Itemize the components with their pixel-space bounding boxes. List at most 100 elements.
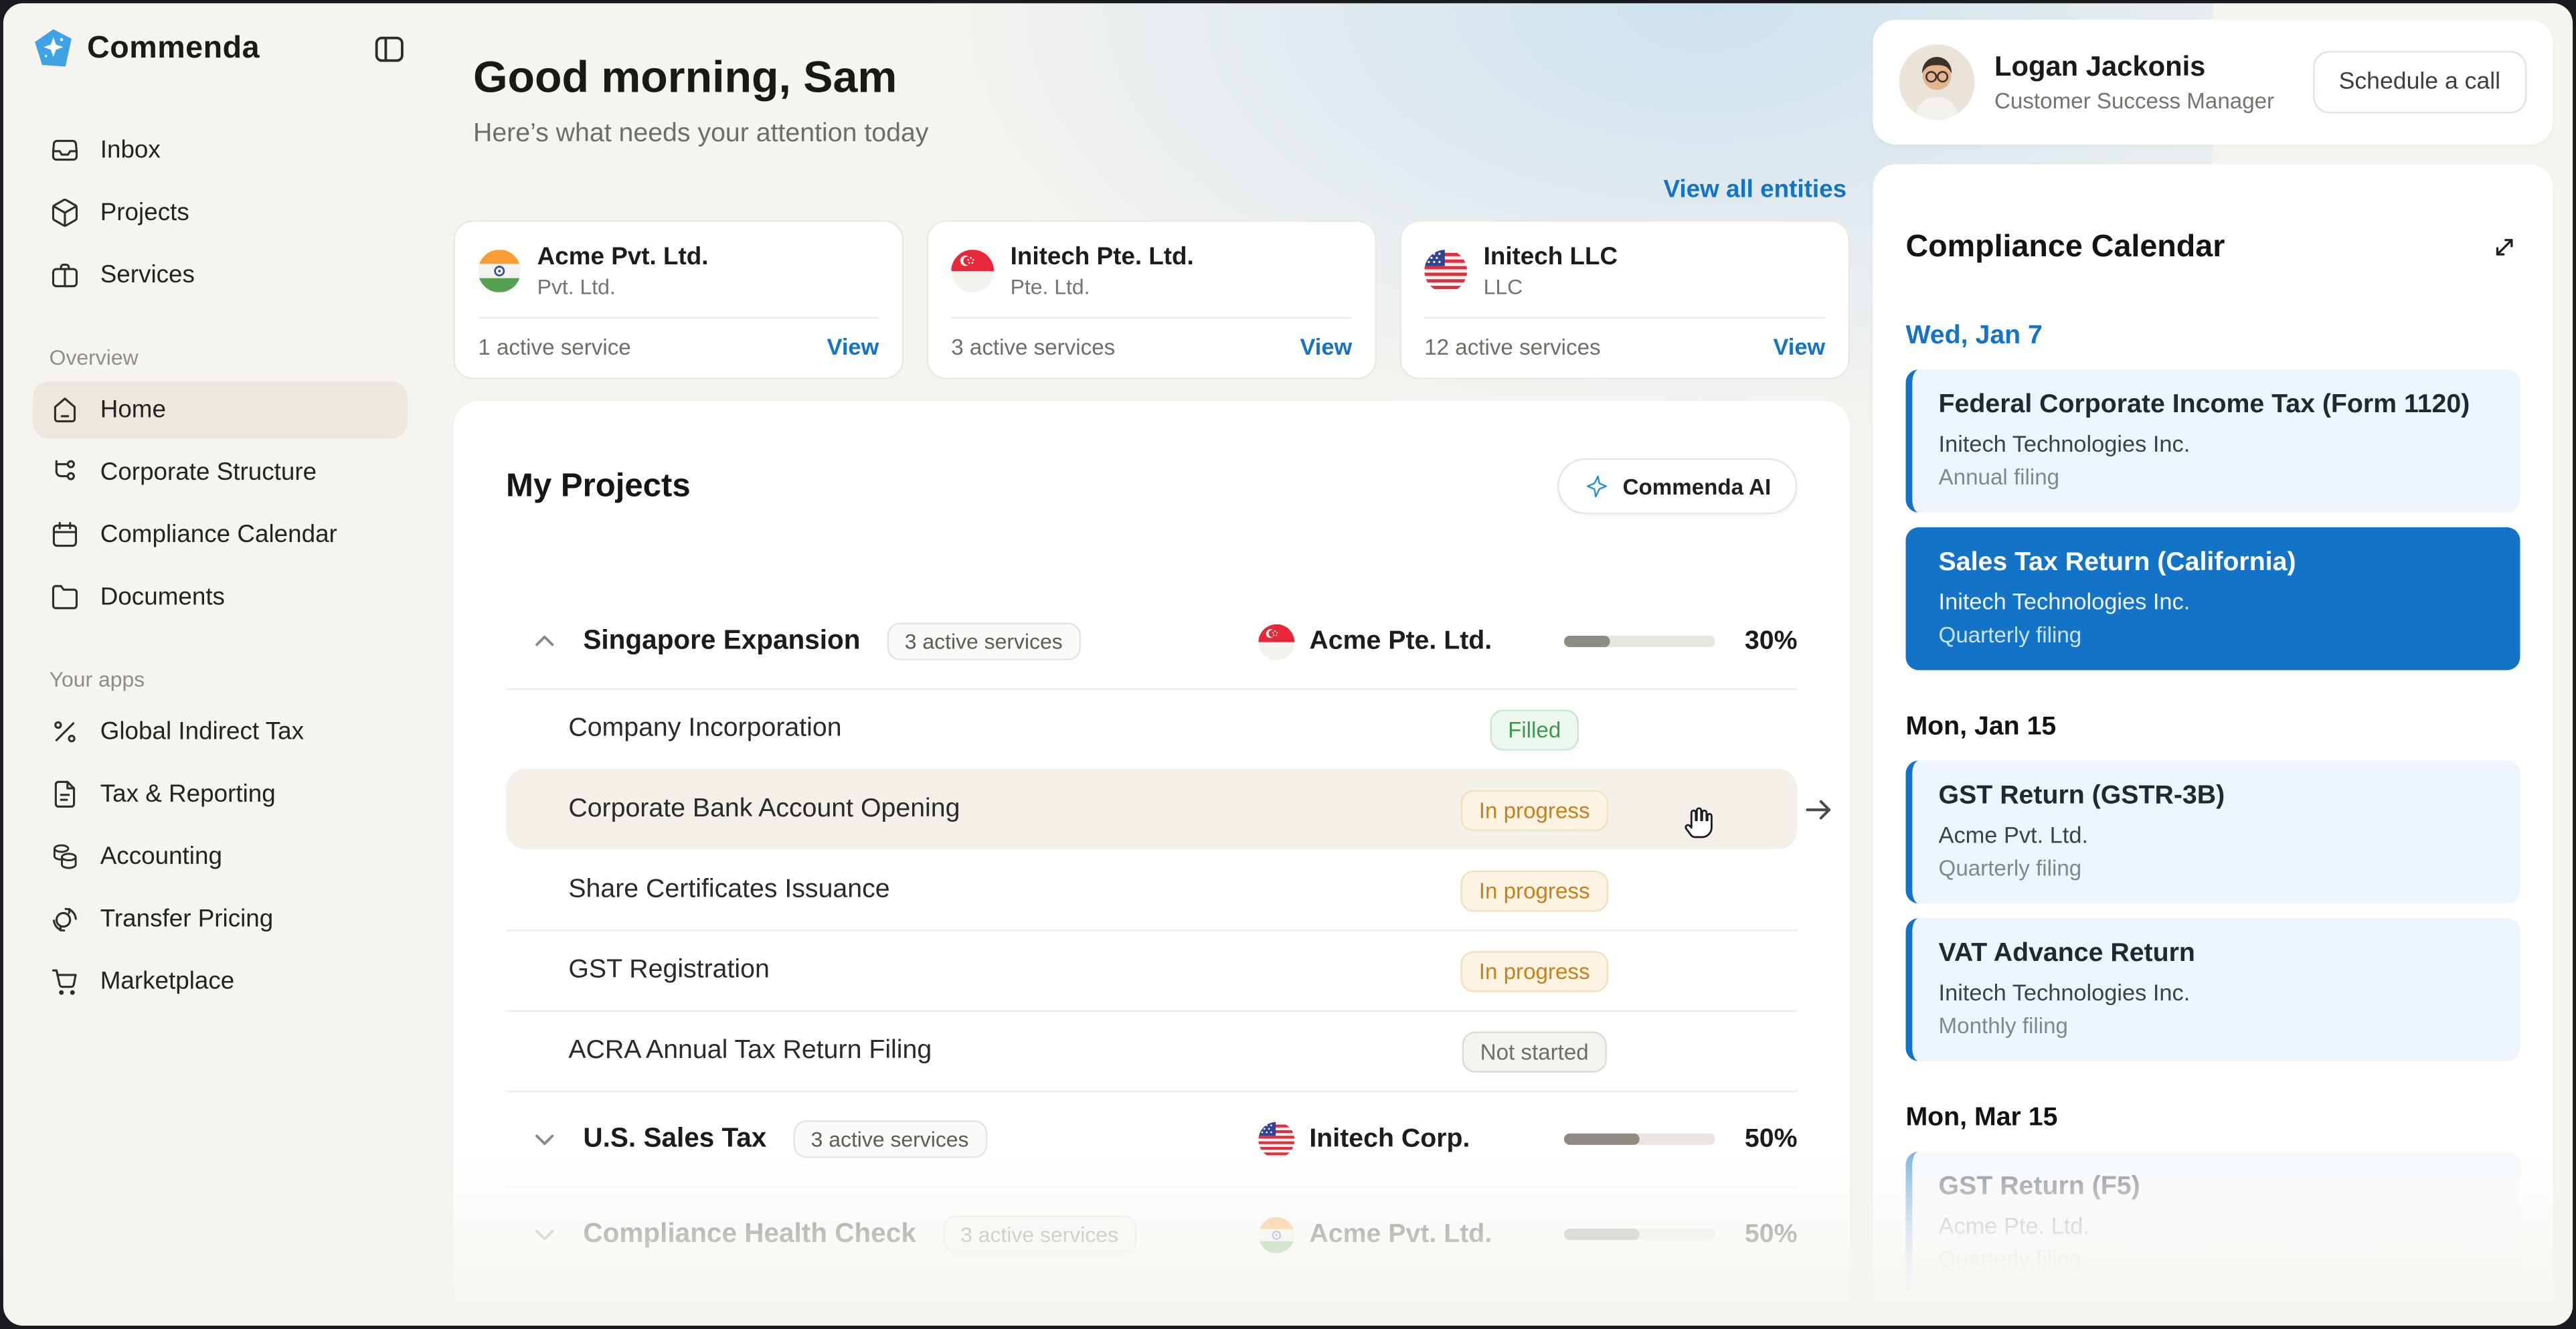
view-all-entities-link[interactable]: View all entities [1663, 176, 1847, 204]
advisor-card: Logan Jackonis Customer Success Manager … [1873, 19, 2553, 145]
calendar-date-heading: Wed, Jan 7 [1905, 321, 2043, 349]
project-task-row[interactable]: Company Incorporation Filled [506, 688, 1798, 769]
task-status: In progress [1444, 851, 1625, 930]
entity-card[interactable]: Initech LLC LLC 12 active services View [1399, 219, 1850, 380]
chevron-down-icon[interactable] [529, 1124, 560, 1155]
sidebar-item-inbox[interactable]: Inbox [33, 122, 408, 179]
project-task-row[interactable]: Corporate Bank Account Opening In progres… [506, 769, 1831, 850]
sidebar-item-label: Global Indirect Tax [100, 717, 305, 746]
sidebar-section-label: Overview [49, 345, 139, 370]
event-frequency: Quarterly filing [1938, 622, 2082, 647]
project-task-row[interactable]: ACRA Annual Tax Return Filing Not started [506, 1010, 1798, 1091]
entity-name: Initech Pte. Ltd. [1010, 243, 1194, 272]
sidebar-item-label: Compliance Calendar [100, 521, 337, 549]
project-task-row[interactable]: Share Certificates Issuance In progress [506, 850, 1797, 930]
chevron-down-icon[interactable] [529, 1219, 560, 1251]
active-services-count: 12 active services [1424, 334, 1601, 359]
my-projects-title: My Projects [506, 467, 691, 504]
event-entity: Acme Pvt. Ltd. [1938, 820, 2089, 847]
flag-us-icon [1258, 1121, 1295, 1158]
task-name: GST Registration [568, 956, 770, 984]
calendar-event[interactable]: Federal Corporate Income Tax (Form 1120)… [1905, 369, 2520, 512]
advisor-info: Logan Jackonis Customer Success Manager [1994, 51, 2274, 113]
sidebar-item-compliance-calendar[interactable]: Compliance Calendar [33, 506, 408, 563]
entity-card-header: Initech Pte. Ltd. Pte. Ltd. [951, 243, 1352, 299]
active-services-badge: 3 active services [792, 1120, 987, 1159]
structure-icon [50, 456, 81, 488]
right-panel: Logan Jackonis Customer Success Manager … [1873, 3, 2573, 1326]
sidebar-item-transfer-pricing[interactable]: Transfer Pricing [33, 890, 408, 948]
sidebar-item-global-indirect-tax[interactable]: Global Indirect Tax [33, 703, 408, 761]
entity-card[interactable]: Initech Pte. Ltd. Pte. Ltd. 3 active servi… [926, 219, 1377, 380]
commenda-ai-button[interactable]: Commenda AI [1557, 458, 1798, 515]
sidebar-item-documents[interactable]: Documents [33, 568, 408, 626]
open-task-arrow[interactable] [1800, 792, 1836, 828]
calendar-event[interactable]: VAT Advance Return Initech Technologies I… [1905, 917, 2520, 1061]
sidebar: Commenda Inbox Projects Services Overview H… [3, 3, 427, 1326]
project-task-row[interactable]: GST Registration In progress [506, 929, 1798, 1010]
calendar-event[interactable]: GST Return (GSTR-3B) Acme Pvt. Ltd. Quarte… [1905, 760, 2520, 903]
entity-card-text: Acme Pvt. Ltd. Pvt. Ltd. [537, 243, 709, 298]
event-entity: Initech Technologies Inc. [1938, 587, 2191, 614]
commenda-ai-label: Commenda AI [1622, 474, 1772, 499]
expand-calendar-button[interactable] [2489, 232, 2520, 264]
sidebar-item-projects[interactable]: Projects [33, 184, 408, 242]
sidebar-item-label: Projects [100, 199, 189, 227]
project-group-row[interactable]: U.S. Sales Tax 3 active services Initech C… [506, 1091, 1798, 1186]
flag-in-icon [478, 250, 521, 292]
sidebar-collapse-button[interactable] [371, 30, 408, 66]
task-left: Share Certificates Issuance [568, 851, 889, 930]
sidebar-item-label: Services [100, 261, 195, 290]
entity-view-link[interactable]: View [1300, 333, 1353, 359]
project-group-left: U.S. Sales Tax 3 active services [529, 1093, 987, 1186]
project-progress: 30% [1563, 595, 1798, 689]
app-title: Commenda [87, 30, 260, 65]
event-entity: Initech Technologies Inc. [1938, 978, 2191, 1005]
active-services-count: 1 active service [478, 334, 631, 359]
task-status: In progress [1444, 932, 1625, 1010]
progress-bar-fill [1563, 636, 1610, 648]
project-entity-name: Acme Pvt. Ltd. [1309, 1220, 1492, 1248]
entity-type: LLC [1483, 274, 1523, 299]
page-subtitle: Here’s what needs your attention today [473, 120, 929, 148]
chevron-up-icon[interactable] [529, 626, 560, 658]
sidebar-item-tax-reporting[interactable]: Tax & Reporting [33, 766, 408, 823]
progress-bar [1563, 1134, 1715, 1146]
entity-view-link[interactable]: View [827, 333, 879, 359]
calendar-event[interactable]: Sales Tax Return (California) Initech Tec… [1905, 526, 2520, 670]
advisor-name: Logan Jackonis [1994, 51, 2206, 82]
sidebar-header: Commenda [33, 28, 408, 69]
entity-view-link[interactable]: View [1773, 333, 1825, 359]
progress-bar [1563, 1229, 1715, 1241]
page-title: Good morning, Sam [473, 52, 897, 102]
event-entity: Initech Technologies Inc. [1938, 429, 2191, 456]
flag-in-icon [1258, 1217, 1295, 1253]
schedule-call-button[interactable]: Schedule a call [2312, 51, 2527, 114]
percent-icon [50, 716, 81, 747]
event-frequency: Annual filing [1938, 464, 2060, 489]
event-title: VAT Advance Return [1938, 938, 2195, 967]
event-title: Sales Tax Return (California) [1938, 547, 2296, 576]
sidebar-item-marketplace[interactable]: Marketplace [33, 953, 408, 1010]
progress-percent: 30% [1744, 626, 1798, 655]
sidebar-item-label: Marketplace [100, 967, 235, 996]
project-entity-name: Acme Pte. Ltd. [1309, 626, 1492, 655]
divider [478, 317, 879, 319]
project-group-row[interactable]: Compliance Health Check 3 active services… [506, 1186, 1798, 1281]
status-badge: In progress [1460, 789, 1608, 831]
entity-name: Acme Pvt. Ltd. [537, 243, 709, 272]
project-group-left: Compliance Health Check 3 active services [529, 1188, 1137, 1281]
calendar-event[interactable]: GST Return (F5) Acme Pte. Ltd. Quarterly f… [1905, 1150, 2520, 1294]
sidebar-item-services[interactable]: Services [33, 246, 408, 304]
progress-bar-fill [1563, 1229, 1640, 1241]
sidebar-item-corporate-structure[interactable]: Corporate Structure [33, 444, 408, 501]
project-group-row[interactable]: Singapore Expansion 3 active services Acme… [506, 595, 1798, 689]
entity-card[interactable]: Acme Pvt. Ltd. Pvt. Ltd. 1 active service V… [453, 219, 904, 380]
sidebar-primary-nav: Inbox Projects Services [33, 122, 408, 304]
sidebar-section-nav: Global Indirect Tax Tax & Reporting Accoun… [33, 703, 408, 1010]
sidebar-item-accounting[interactable]: Accounting [33, 828, 408, 885]
sidebar-item-home[interactable]: Home [33, 381, 408, 439]
project-group-left: Singapore Expansion 3 active services [529, 595, 1081, 689]
flag-us-icon [1424, 250, 1468, 292]
entity-card-text: Initech Pte. Ltd. Pte. Ltd. [1011, 243, 1194, 298]
